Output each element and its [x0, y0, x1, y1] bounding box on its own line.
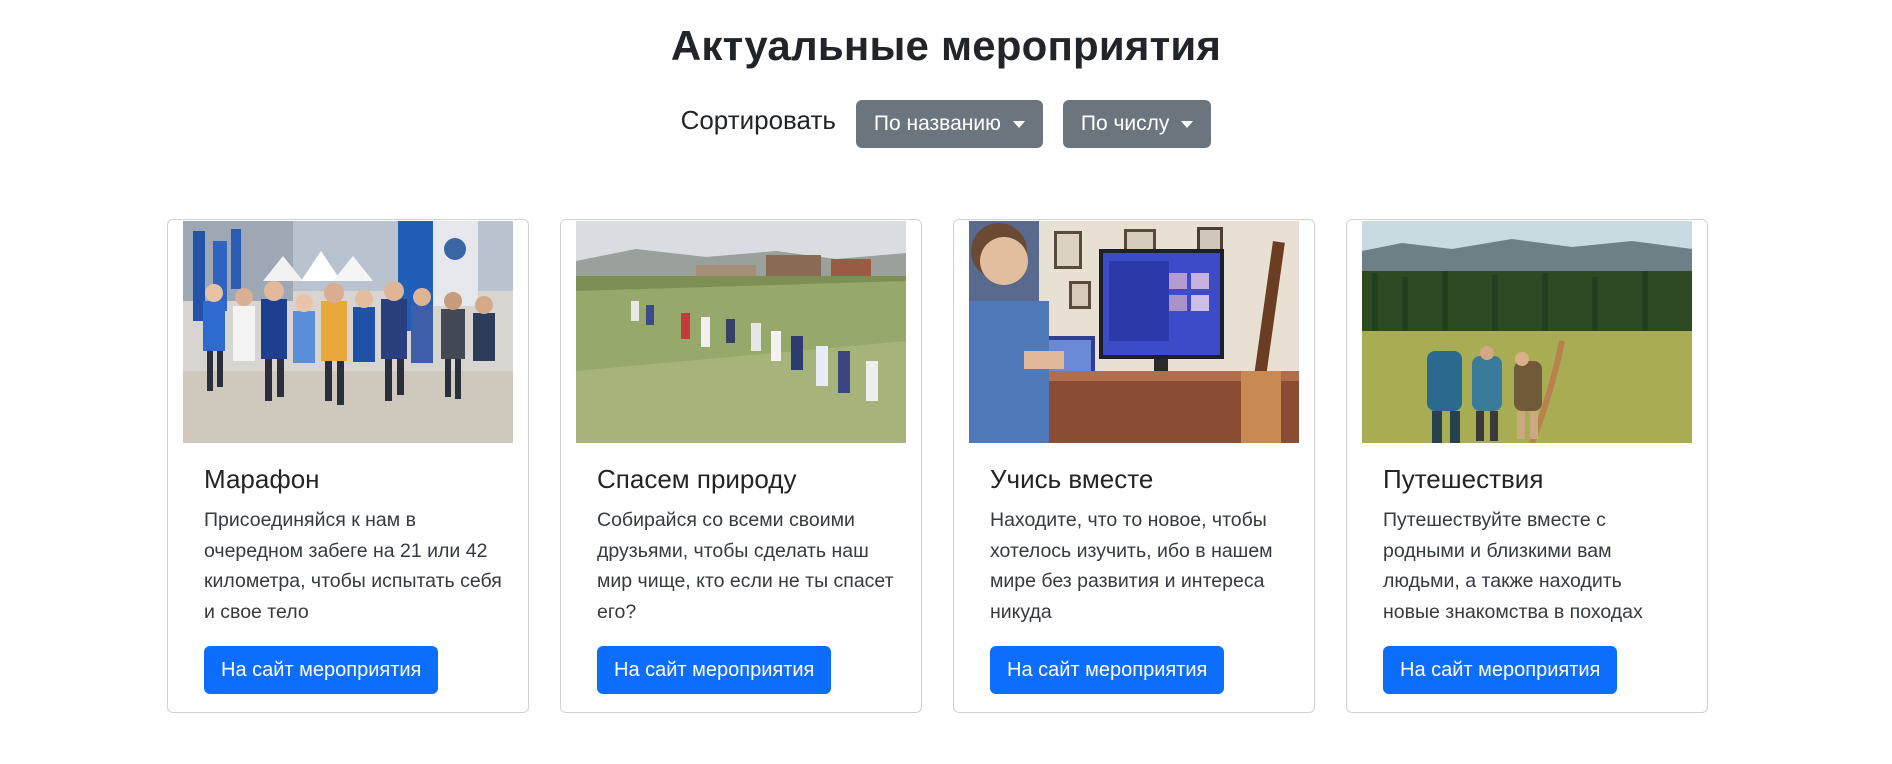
- event-card: Спасем природу Собирайся со всеми своими…: [560, 219, 922, 713]
- event-site-button[interactable]: На сайт мероприятия: [597, 646, 832, 694]
- card-text: Собирайся со всеми своими друзьями, чтоб…: [597, 509, 894, 623]
- card-title: Учись вместе: [990, 464, 1154, 494]
- hikers-in-field-photo: [1362, 221, 1692, 443]
- event-card: Путешествия Путешествуйте вместе с родны…: [1346, 219, 1708, 713]
- event-card: Марафон Присоединяйся к нам в очередном …: [167, 219, 529, 713]
- event-site-button[interactable]: На сайт мероприятия: [204, 646, 439, 694]
- card-text: Присоединяйся к нам в очередном забеге н…: [204, 509, 502, 623]
- page-title: Актуальные мероприятия: [670, 22, 1222, 69]
- sort-by-number-dropdown[interactable]: По числу: [1062, 100, 1212, 148]
- student-at-computer-photo: [969, 221, 1299, 443]
- marathon-runners-photo: [183, 221, 513, 443]
- card-title: Марафон: [204, 464, 320, 494]
- volunteers-cleanup-photo: [576, 221, 906, 443]
- sort-label: Сортировать: [680, 104, 836, 135]
- event-cards: Марафон Присоединяйся к нам в очередном …: [167, 219, 1708, 713]
- sort-by-name-label: По названию: [873, 112, 1001, 135]
- event-site-button[interactable]: На сайт мероприятия: [990, 646, 1225, 694]
- sort-by-name-dropdown[interactable]: По названию: [855, 100, 1043, 148]
- event-site-button[interactable]: На сайт мероприятия: [1383, 646, 1618, 694]
- caret-down-icon: [1181, 120, 1194, 128]
- sort-by-number-label: По числу: [1080, 112, 1170, 135]
- caret-down-icon: [1012, 120, 1025, 128]
- event-card: Учись вместе Находите, что то новое, что…: [953, 219, 1315, 713]
- card-text: Путешествуйте вместе с родными и близким…: [1383, 509, 1643, 623]
- card-title: Путешествия: [1383, 464, 1544, 494]
- card-title: Спасем природу: [597, 464, 797, 494]
- sort-bar: Сортировать По названию По числу: [0, 100, 1892, 148]
- card-text: Находите, что то новое, чтобы хотелось и…: [990, 509, 1273, 623]
